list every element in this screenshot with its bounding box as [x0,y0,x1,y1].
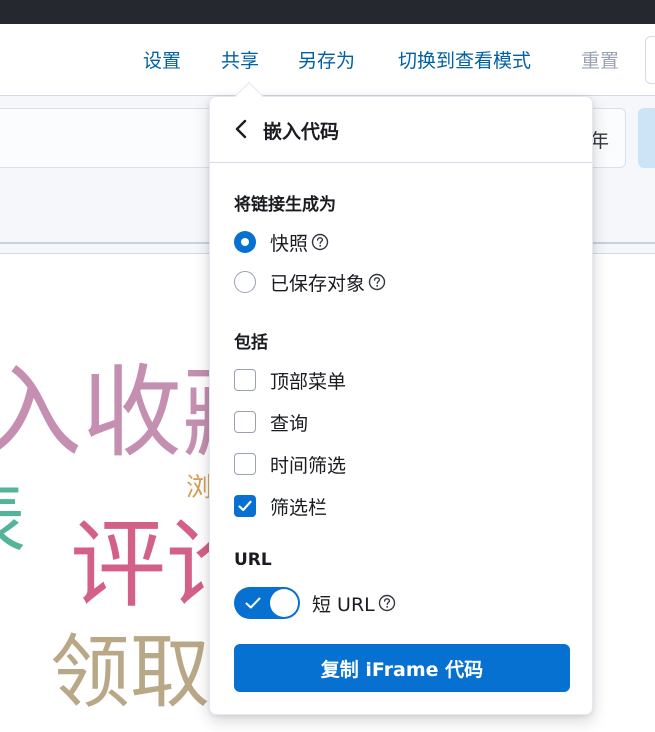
menu-share[interactable]: 共享 [221,46,259,73]
short-url-label: 短 URL [312,593,375,616]
header-save-button-edge[interactable] [645,36,655,84]
menu-settings[interactable]: 设置 [143,46,181,73]
menu-save-as[interactable]: 另存为 [298,46,355,73]
saved-object-label: 已保存对象 [270,272,366,295]
popover-header: 嵌入代码 [210,97,592,163]
checkbox-option-filter-bar[interactable]: 筛选栏 [234,493,327,519]
switch-knob [270,589,298,617]
chevron-left-icon[interactable] [232,118,250,140]
top-menu-checkbox[interactable] [234,369,256,391]
filter-bar-checkbox[interactable] [234,495,256,517]
cloud-word-5: 领取 [50,626,210,719]
radio-option-snapshot[interactable]: 快照 [234,229,329,255]
query-checkbox[interactable] [234,411,256,433]
short-url-switch[interactable] [234,587,300,619]
generate-link-heading: 将链接生成为 [234,195,336,215]
snapshot-label: 快照 [270,232,309,255]
menu-reset: 重置 [581,50,620,72]
radio-option-saved-object[interactable]: 已保存对象 [234,269,386,295]
short-url-row[interactable]: 短 URL [234,587,396,619]
checkbox-option-top-menu[interactable]: 顶部菜单 [234,367,346,393]
dashboard-header: 设置 共享 另存为 切换到查看模式 重置 [0,24,655,96]
help-icon[interactable] [378,594,396,612]
top-menu-label: 顶部菜单 [270,370,347,393]
help-icon[interactable] [311,233,329,251]
url-heading: URL [234,550,272,570]
refresh-button[interactable] [638,108,655,168]
embed-code-popover: 嵌入代码 将链接生成为 快照 已保存对象 包括 顶部菜单 查询 时间筛选 筛选栏… [209,81,593,715]
saved-object-radio[interactable] [234,271,256,293]
help-icon[interactable] [368,273,386,291]
snapshot-radio[interactable] [234,231,256,253]
cloud-word-3: 表 [0,481,26,559]
app-topbar [0,0,655,24]
query-label: 查询 [270,412,309,435]
time-filter-label: 时间筛选 [270,454,347,477]
filter-bar-label: 筛选栏 [270,496,328,519]
copy-iframe-code-button[interactable]: 复制 iFrame 代码 [234,644,570,692]
menu-switch-view-mode[interactable]: 切换到查看模式 [398,46,531,73]
checkbox-option-query[interactable]: 查询 [234,409,308,435]
time-filter-checkbox[interactable] [234,453,256,475]
checkbox-option-time-filter[interactable]: 时间筛选 [234,451,346,477]
include-heading: 包括 [234,333,268,353]
popover-title: 嵌入代码 [263,121,340,143]
checkmark-icon [245,597,261,609]
checkmark-icon [238,500,252,512]
